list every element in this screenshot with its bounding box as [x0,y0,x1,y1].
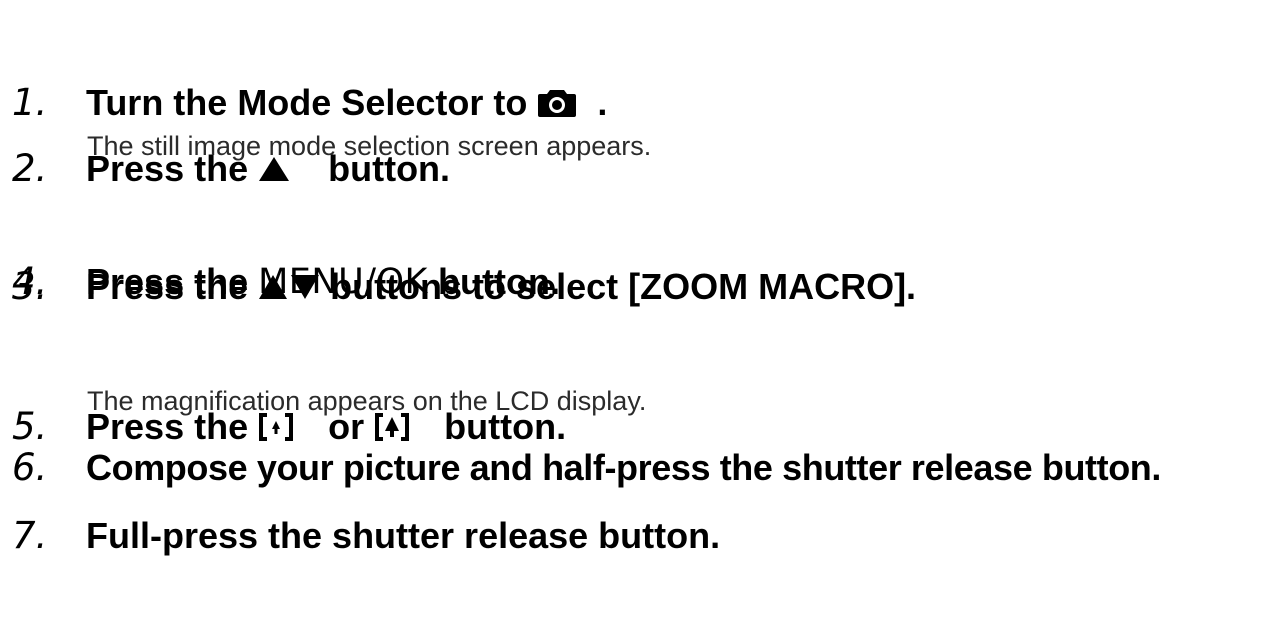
step-6: 6. Compose your picture and half-press t… [0,446,1161,489]
step-text-end: button. [428,261,560,302]
step-number: 4. [12,260,48,303]
zoom-in-tele-icon [374,328,434,526]
step-text-end: . [597,82,608,123]
step-text: Full-press the shutter release button. [86,515,721,556]
step-text: Press the [86,261,259,302]
step-4: 4. Press the MENU/OK button. [0,260,560,303]
step-5: 5. Press the or button. [0,328,566,526]
step-2-note: The still image mode selection screen ap… [87,131,652,161]
zoom-out-wide-icon [258,328,318,526]
step-5-note: The magnification appears on the LCD dis… [87,386,647,416]
step-number: 2. [12,147,48,190]
step-text: Compose your picture and half-press the … [86,447,1161,488]
step-title: Compose your picture and half-press the … [86,447,1161,489]
menu-ok-button-label: MENU/OK [258,262,428,302]
step-title: Press the MENU/OK button. [86,261,560,303]
step-7: 7. Full-press the shutter release button… [0,514,720,557]
camera-icon [537,4,597,202]
step-title: Full-press the shutter release button. [86,515,720,557]
step-number: 5. [12,405,48,448]
step-title: Press the or button. [86,328,566,526]
step-number: 6. [12,446,48,489]
step-number: 7. [12,514,48,557]
